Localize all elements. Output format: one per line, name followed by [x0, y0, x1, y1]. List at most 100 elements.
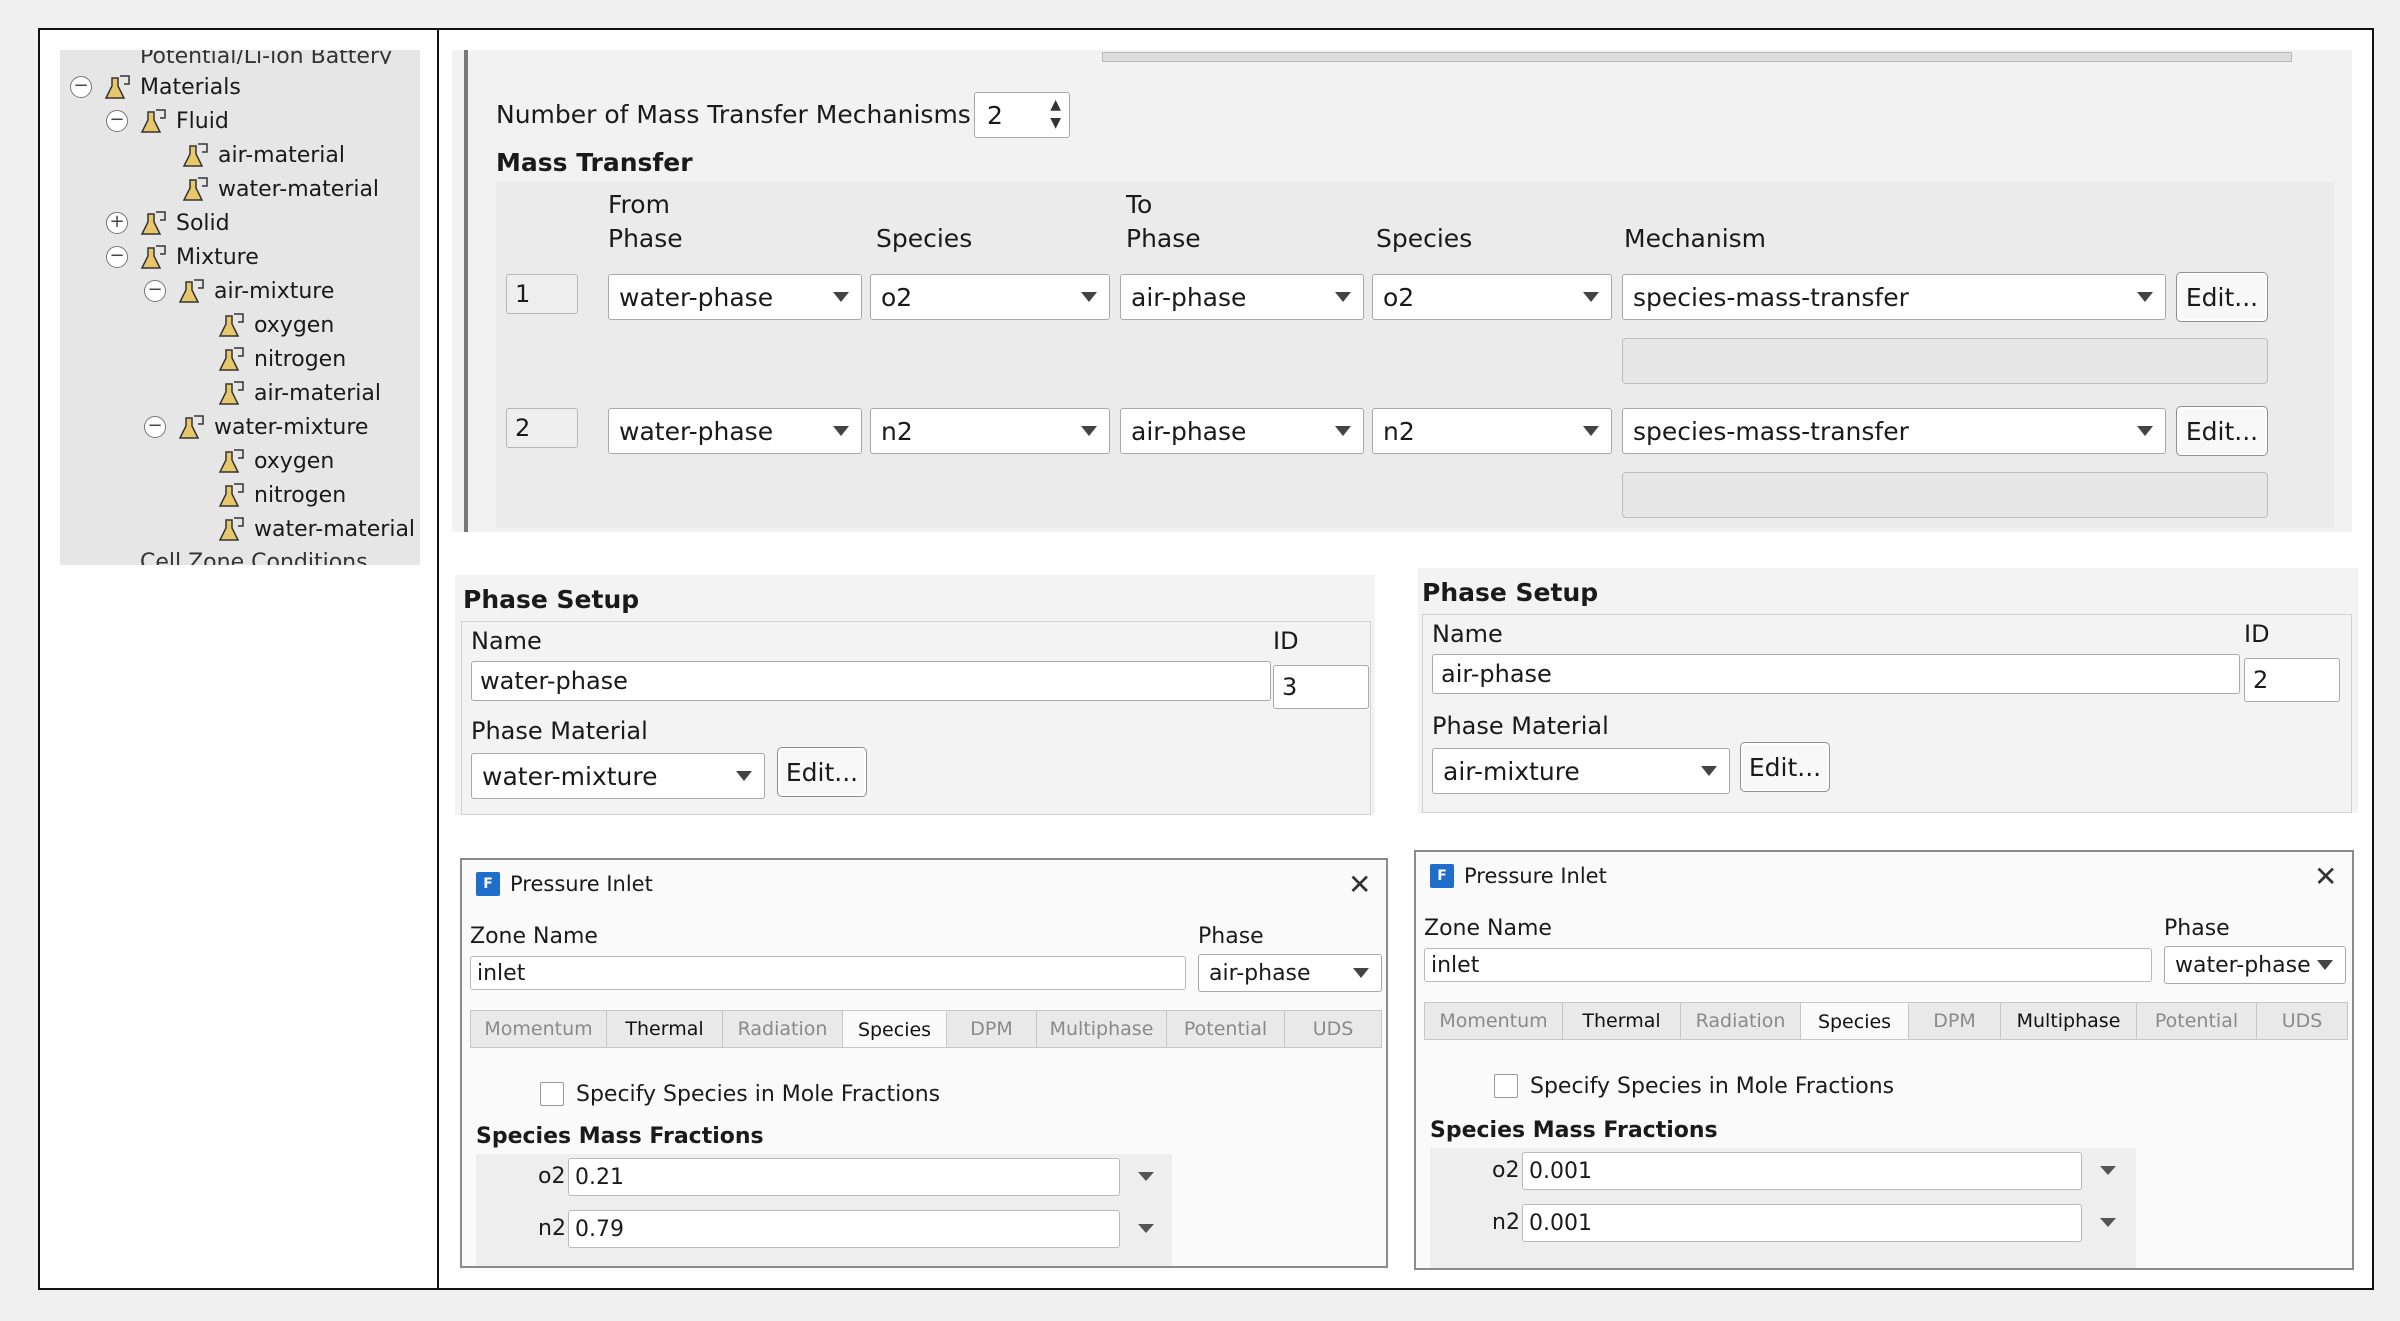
zone-name-input[interactable]: inlet — [1424, 948, 2152, 982]
tree-item-water-material[interactable]: water-material — [216, 512, 415, 546]
tab-uds[interactable]: UDS — [2257, 1003, 2347, 1039]
mechanisms-spinner[interactable]: 2 ▲ ▼ — [974, 92, 1070, 138]
row-1-to-phase-select[interactable]: air-phase — [1120, 274, 1364, 320]
tab-dpm[interactable]: DPM — [947, 1011, 1037, 1047]
phase-select[interactable]: air-phase — [1198, 954, 1382, 992]
phase-setup-title: Phase Setup — [463, 585, 640, 614]
tab-thermal[interactable]: Thermal — [607, 1011, 723, 1047]
row-1-edit-button[interactable]: Edit... — [2176, 272, 2268, 322]
tree-item-oxygen[interactable]: oxygen — [216, 444, 334, 478]
tree-item-water-mixture[interactable]: − water-mixture — [144, 410, 368, 444]
mole-fractions-checkbox[interactable] — [1494, 1074, 1518, 1098]
species-o2-input[interactable]: 0.21 — [568, 1158, 1120, 1196]
phase-name-input[interactable]: air-phase — [1432, 654, 2240, 694]
dialog-title: Pressure Inlet — [510, 872, 653, 896]
tab-potential[interactable]: Potential — [1167, 1011, 1285, 1047]
phase-select[interactable]: water-phase — [2164, 946, 2346, 984]
phase-setup-air: Phase Setup Name air-phase ID 2 Phase Ma… — [1418, 568, 2358, 813]
material-icon — [178, 279, 204, 303]
species-n2-label: n2 — [538, 1216, 566, 1241]
name-label: Name — [1432, 620, 1503, 648]
tab-multiphase[interactable]: Multiphase — [2001, 1003, 2137, 1039]
tree-item-water-material[interactable]: water-material — [180, 172, 379, 206]
tree-item-nitrogen[interactable]: nitrogen — [216, 342, 346, 376]
row-1-to-species-select[interactable]: o2 — [1372, 274, 1612, 320]
pressure-inlet-dialog-air: F Pressure Inlet ✕ Zone Name inlet Phase… — [460, 858, 1388, 1268]
tree-item-materials[interactable]: − Materials — [70, 70, 241, 104]
collapse-icon[interactable]: − — [106, 246, 128, 268]
collapse-icon[interactable]: − — [144, 280, 166, 302]
close-icon[interactable]: ✕ — [2314, 860, 2337, 893]
fluent-app-icon: F — [1430, 864, 1454, 888]
species-n2-input[interactable]: 0.79 — [568, 1210, 1120, 1248]
tab-dpm[interactable]: DPM — [1909, 1003, 2001, 1039]
species-o2-input[interactable]: 0.001 — [1522, 1152, 2082, 1190]
row-2-from-species: n2 — [881, 416, 913, 446]
tree-item-mixture[interactable]: − Mixture — [106, 240, 259, 274]
phase-material-select[interactable]: air-mixture — [1432, 748, 1730, 794]
phase-material-select[interactable]: water-mixture — [471, 753, 765, 799]
species-o2-label: o2 — [1492, 1158, 1520, 1183]
tab-species[interactable]: Species — [843, 1011, 947, 1047]
tree-item-solid[interactable]: + Solid — [106, 206, 230, 240]
row-2-edit-button[interactable]: Edit... — [2176, 406, 2268, 456]
row-1-mechanism-select[interactable]: species-mass-transfer — [1622, 274, 2166, 320]
chevron-down-icon[interactable] — [2100, 1218, 2116, 1227]
chevron-down-icon — [2137, 292, 2153, 302]
collapse-icon[interactable]: − — [106, 110, 128, 132]
mechanisms-value: 2 — [987, 100, 1003, 130]
phase-name-input[interactable]: water-phase — [471, 661, 1271, 701]
phase-setup-water: Phase Setup Name water-phase ID 3 Phase … — [455, 575, 1375, 815]
row-2-to-species: n2 — [1383, 416, 1415, 446]
zone-name-input[interactable]: inlet — [470, 956, 1186, 990]
collapse-icon[interactable]: − — [144, 416, 166, 438]
chevron-down-icon — [1081, 292, 1097, 302]
tree-item-air-mixture[interactable]: − air-mixture — [144, 274, 334, 308]
chevron-down-icon — [2137, 426, 2153, 436]
expand-icon[interactable]: + — [106, 212, 128, 234]
tab-radiation[interactable]: Radiation — [1681, 1003, 1801, 1039]
tree-item-oxygen[interactable]: oxygen — [216, 308, 334, 342]
tab-species[interactable]: Species — [1801, 1003, 1909, 1039]
mass-fractions-title: Species Mass Fractions — [1430, 1118, 1718, 1143]
phase-material-edit-button[interactable]: Edit... — [777, 747, 867, 797]
row-2-from-species-select[interactable]: n2 — [870, 408, 1110, 454]
phase-id-input[interactable]: 3 — [1273, 665, 1369, 709]
tree-item-air-material[interactable]: air-material — [216, 376, 381, 410]
tab-uds[interactable]: UDS — [1285, 1011, 1381, 1047]
spinner-arrows-icon[interactable]: ▲ ▼ — [1050, 96, 1061, 132]
material-icon — [218, 483, 244, 507]
collapse-icon[interactable]: − — [70, 76, 92, 98]
chevron-down-icon[interactable] — [2100, 1166, 2116, 1175]
tab-radiation[interactable]: Radiation — [723, 1011, 843, 1047]
tab-potential[interactable]: Potential — [2137, 1003, 2257, 1039]
row-2-to-phase-select[interactable]: air-phase — [1120, 408, 1364, 454]
row-1-from-species-select[interactable]: o2 — [870, 274, 1110, 320]
phase-id-input[interactable]: 2 — [2244, 658, 2340, 702]
chevron-down-icon[interactable] — [1138, 1172, 1154, 1181]
species-n2-input[interactable]: 0.001 — [1522, 1204, 2082, 1242]
row-2-mechanism-select[interactable]: species-mass-transfer — [1622, 408, 2166, 454]
tree-item-fluid[interactable]: − Fluid — [106, 104, 229, 138]
row-2-to-species-select[interactable]: n2 — [1372, 408, 1612, 454]
tab-momentum[interactable]: Momentum — [1425, 1003, 1563, 1039]
tab-momentum[interactable]: Momentum — [471, 1011, 607, 1047]
phase-material-value: water-mixture — [482, 761, 658, 791]
tree-item-air-material[interactable]: air-material — [180, 138, 345, 172]
figure-divider — [437, 28, 439, 1290]
tree-item-label: water-mixture — [214, 414, 369, 440]
mole-fractions-checkbox[interactable] — [540, 1082, 564, 1106]
row-1-from-phase-select[interactable]: water-phase — [608, 274, 862, 320]
tree-item-label: oxygen — [254, 312, 335, 338]
chevron-down-icon[interactable] — [1138, 1224, 1154, 1233]
phase-setup-title: Phase Setup — [1422, 578, 1599, 607]
tab-thermal[interactable]: Thermal — [1563, 1003, 1681, 1039]
phase-material-edit-button[interactable]: Edit... — [1740, 742, 1830, 792]
row-2-from-phase-select[interactable]: water-phase — [608, 408, 862, 454]
tree-cut-item-bottom: Cell Zone Conditions — [140, 550, 368, 565]
id-label: ID — [2244, 620, 2270, 648]
tree-item-nitrogen[interactable]: nitrogen — [216, 478, 346, 512]
close-icon[interactable]: ✕ — [1348, 868, 1371, 901]
tab-multiphase[interactable]: Multiphase — [1037, 1011, 1167, 1047]
tree-item-label: Fluid — [176, 108, 229, 134]
